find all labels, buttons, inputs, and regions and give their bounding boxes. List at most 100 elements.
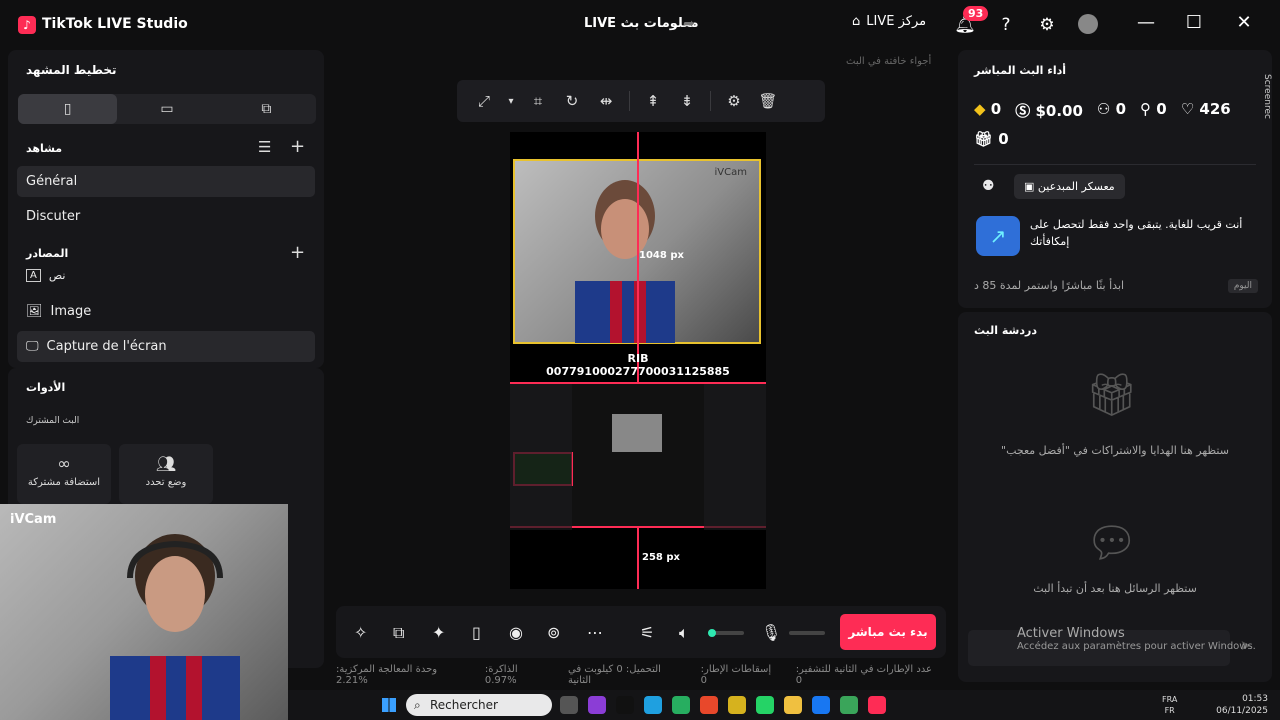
more-icon[interactable]: ⋯ [587,623,603,642]
language-indicator[interactable]: FRA FR [1162,694,1177,716]
windows-start-icon[interactable] [382,698,396,712]
co-host-label: استضافة مشتركة [27,477,101,488]
source-item-screen-capture[interactable]: 🖵 Capture de l'écran [17,331,315,362]
microphone-icon[interactable]: 🎙︎ [761,623,781,642]
scene-item-general[interactable]: Général [17,166,315,197]
taskbar-search[interactable]: ⌕ Rechercher [406,694,552,716]
memory-status: الذاكرة: 0.97% [484,664,518,686]
scene-layout-panel: تخطيط المشهد ▯ ▭ ⧉ مشاهد ☰ + Général Dis… [8,50,324,368]
preview-canvas[interactable]: iVCam 1048 px RIB 0077910002777000311258… [510,132,766,589]
screen-capture-preview[interactable] [510,382,766,530]
source-item-image[interactable]: 🖼︎ Image [17,296,315,327]
taskview-icon[interactable] [560,696,578,714]
home-icon: ⌂ [852,14,861,29]
bring-forward-icon[interactable]: ⇞ [636,92,670,110]
source-item-text[interactable]: A نص [17,262,315,288]
portrait-mode-button[interactable]: ▯ [18,94,118,124]
add-scene-button[interactable]: + [290,136,305,157]
add-source-button[interactable]: + [290,242,305,263]
chrome-icon[interactable] [840,696,858,714]
close-button[interactable]: ✕ [1229,12,1259,33]
webcam-title: iVCam [10,512,57,527]
speaker-icon[interactable]: 🔈︎ [679,623,689,643]
send-backward-icon[interactable]: ⇟ [670,92,704,110]
crop-icon[interactable]: ⌗ [521,92,555,110]
diamond-icon: ◆ [974,100,986,118]
share-icon[interactable]: ➦ [683,16,695,32]
gifts-empty-text: "ستظهر هنا الهدايا والاشتراكات في "أفضل … [1001,444,1229,457]
camera-target-icon[interactable]: ⊚ [547,623,560,642]
multi-guest-label: وضع تحدد [145,477,187,488]
title-bar: ♪ TikTok LIVE Studio LIVE معلومات بث ➦ ⌂… [0,0,1280,50]
clock[interactable]: 01:53 06/11/2025 [1216,693,1268,717]
app-icon[interactable] [672,696,690,714]
search-icon: ⌕ [414,698,421,712]
fit-icon[interactable]: ⤢ [467,92,501,110]
maximize-button[interactable]: ☐ [1179,12,1209,33]
volume-slider[interactable] [708,629,744,637]
screen-add-icon[interactable]: ⧉ [393,623,404,643]
performance-title: أداء البث المباشر [974,64,1067,77]
whatsapp-icon[interactable] [756,696,774,714]
creator-camp-tag[interactable]: ▣ معسكر المبدعين [1014,174,1125,199]
rib-number: 007791000277700031125885 [546,365,730,378]
trash-icon[interactable]: 🗑︎ [751,92,785,110]
settings-icon[interactable]: ⚙ [717,92,751,110]
messages-empty-text: ستظهر الرسائل هنا بعد أن تبدأ البث [1033,582,1197,595]
windows-taskbar: ⌕ Rechercher FRA FR 01:53 06/11/2025 [288,690,1280,720]
co-host-button[interactable]: ∞ استضافة مشتركة [17,444,111,504]
scene-label: Général [26,174,78,189]
phone-icon: ▯ [63,101,72,117]
source-label: Image [50,304,92,319]
source-label: Capture de l'écran [46,339,167,354]
activate-subtitle: Accédez aux paramètres pour activer Wind… [1017,641,1256,652]
landscape-mode-button[interactable]: ▭ [117,94,216,124]
tiktok-logo-icon: ♪ [18,16,36,34]
live-center-button[interactable]: ⌂ LIVE مركز [852,14,926,29]
edge-icon[interactable] [644,696,662,714]
folder-icon[interactable] [784,696,802,714]
width-measure-label: 1048 px [639,250,684,261]
sliders-icon[interactable]: ⚟ [640,623,654,642]
scenes-title: مشاهد [26,142,63,155]
app-title: TikTok LIVE Studio [42,16,188,32]
record-icon[interactable]: ◉ [509,623,523,642]
landscape-icon: ▭ [160,101,174,117]
minimize-button[interactable]: — [1131,12,1161,33]
webcam-overlay[interactable]: iVCam [0,504,288,720]
image-icon: 🖼︎ [26,304,43,319]
chevron-down-icon[interactable]: ▾ [501,96,521,107]
mic-slider[interactable] [789,631,825,635]
rotate-icon[interactable]: ↻ [555,92,589,110]
ai-icon[interactable]: ✦ [432,623,445,642]
heart-icon: ♡ [1180,100,1195,118]
bottom-control-bar: ✧ ⧉ ✦ ▯ ◉ ⊚ ⋯ ⚟ 🔈︎ 🎙︎ بدء بث مباشر [336,606,946,658]
scene-item-discuter[interactable]: Discuter [17,201,315,232]
ivcam-watermark: iVCam [714,167,747,178]
activate-windows-watermark: Activer Windows Accédez aux paramètres p… [1017,626,1256,652]
tiktok-icon[interactable] [616,696,634,714]
orientation-selector: ▯ ▭ ⧉ [18,94,316,124]
list-icon[interactable]: ☰ [258,138,271,156]
multi-guest-button[interactable]: 👥︎ وضع تحدد [119,444,213,504]
fps-status: عدد الإطارات في الثانية للتشفير: 0 [795,664,933,686]
dual-mode-button[interactable]: ⧉ [217,94,316,124]
nested-right-panel [704,384,766,530]
help-icon[interactable]: ? [995,14,1017,36]
search-placeholder: Rechercher [430,698,498,712]
live-info-title[interactable]: LIVE معلومات بث [584,16,699,31]
flip-horizontal-icon[interactable]: ⇹ [589,92,623,110]
avatar[interactable] [1078,14,1098,34]
link-icon: ∞ [57,454,71,473]
settings-icon[interactable]: ⚙ [1036,14,1058,36]
tiktok-studio-icon[interactable] [868,696,886,714]
app-icon[interactable] [588,696,606,714]
go-live-button[interactable]: بدء بث مباشر [840,614,936,650]
mobile-icon[interactable]: ▯ [472,623,481,642]
facebook-icon[interactable] [812,696,830,714]
monitor-icon: 🖵 [26,339,39,354]
height-measure-label: 258 px [642,552,680,563]
brave-icon[interactable] [700,696,718,714]
app-icon[interactable] [728,696,746,714]
magic-wand-icon[interactable]: ✧ [354,623,367,642]
